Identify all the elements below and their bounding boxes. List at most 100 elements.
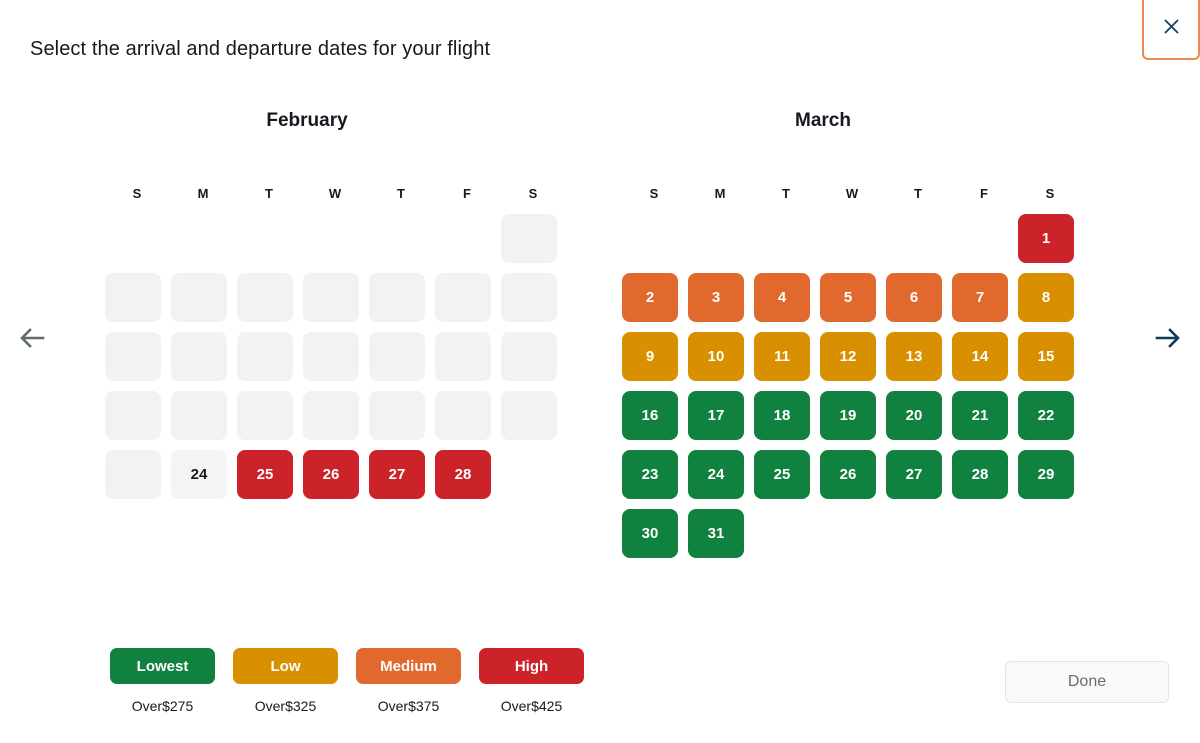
legend-pill-lowest: Lowest [110, 648, 215, 684]
day-cell-placeholder [754, 509, 810, 558]
day-cell-placeholder [622, 214, 678, 263]
day-cell-placeholder [105, 273, 161, 322]
day-cell-placeholder [1018, 509, 1074, 558]
day-cell-placeholder [688, 214, 744, 263]
day-cell-16[interactable]: 16 [622, 391, 678, 440]
weekday-label: S [528, 186, 538, 201]
day-cell-placeholder [435, 332, 491, 381]
day-cell-placeholder [237, 273, 293, 322]
day-cell-31[interactable]: 31 [688, 509, 744, 558]
weekday-label: F [980, 186, 988, 201]
legend-item-lowest: Lowest Over$275 [110, 648, 215, 714]
done-button[interactable]: Done [1005, 661, 1169, 703]
day-cell-11[interactable]: 11 [754, 332, 810, 381]
legend-pill-low: Low [233, 648, 338, 684]
calendar-month-february: February S M T W T F S 24 25 26 27 28 [105, 110, 575, 509]
day-cell-placeholder [303, 214, 359, 263]
day-cell-28[interactable]: 28 [435, 450, 491, 499]
day-cell-placeholder [820, 214, 876, 263]
month-label-march: March [795, 110, 851, 131]
day-cell-placeholder [105, 214, 161, 263]
day-cell-27[interactable]: 27 [369, 450, 425, 499]
day-grid-march: 1 2 3 4 5 6 7 8 9 10 11 12 13 14 15 16 17 18 19 20 21 22 23 24 2… [622, 214, 1092, 568]
day-cell-6[interactable]: 6 [886, 273, 942, 322]
day-cell-29[interactable]: 29 [1018, 450, 1074, 499]
day-cell-placeholder [171, 391, 227, 440]
weekday-label: S [1045, 186, 1055, 201]
day-cell-26[interactable]: 26 [820, 450, 876, 499]
day-cell-15[interactable]: 15 [1018, 332, 1074, 381]
day-cell-13[interactable]: 13 [886, 332, 942, 381]
weekday-label: M [714, 186, 726, 201]
day-cell-placeholder [237, 332, 293, 381]
legend-item-high: High Over$425 [479, 648, 584, 714]
legend-item-low: Low Over$325 [233, 648, 338, 714]
day-cell-placeholder [105, 450, 161, 499]
day-cell-14[interactable]: 14 [952, 332, 1008, 381]
day-cell-placeholder [435, 273, 491, 322]
day-cell-4[interactable]: 4 [754, 273, 810, 322]
day-cell-placeholder [952, 214, 1008, 263]
day-cell-placeholder [237, 391, 293, 440]
day-cell-25[interactable]: 25 [754, 450, 810, 499]
weekday-label: T [265, 186, 273, 201]
day-cell-placeholder [501, 332, 557, 381]
day-cell-22[interactable]: 22 [1018, 391, 1074, 440]
day-cell-placeholder [369, 214, 425, 263]
legend-price-lowest: Over$275 [131, 698, 194, 714]
day-cell-placeholder [886, 214, 942, 263]
weekday-label: W [845, 186, 859, 201]
weekday-label: S [649, 186, 659, 201]
weekday-label: S [132, 186, 142, 201]
day-cell-placeholder [501, 214, 557, 263]
day-cell-30[interactable]: 30 [622, 509, 678, 558]
weekday-label: W [328, 186, 342, 201]
day-cell-placeholder [171, 214, 227, 263]
day-cell-17[interactable]: 17 [688, 391, 744, 440]
day-cell-placeholder [303, 391, 359, 440]
legend-price-medium: Over$375 [377, 698, 440, 714]
day-cell-9[interactable]: 9 [622, 332, 678, 381]
day-cell-placeholder [501, 273, 557, 322]
day-cell-26[interactable]: 26 [303, 450, 359, 499]
day-cell-24[interactable]: 24 [688, 450, 744, 499]
day-cell-placeholder [303, 332, 359, 381]
day-cell-placeholder [105, 391, 161, 440]
day-cell-7[interactable]: 7 [952, 273, 1008, 322]
day-cell-10[interactable]: 10 [688, 332, 744, 381]
day-cell-8[interactable]: 8 [1018, 273, 1074, 322]
weekday-label: T [397, 186, 405, 201]
weekday-header-march: SMTWTFS [621, 186, 1091, 201]
day-cell-placeholder [171, 332, 227, 381]
day-cell-placeholder [435, 391, 491, 440]
day-cell-19[interactable]: 19 [820, 391, 876, 440]
day-cell-24: 24 [171, 450, 227, 499]
day-cell-placeholder [369, 273, 425, 322]
day-cell-27[interactable]: 27 [886, 450, 942, 499]
weekday-label: T [914, 186, 922, 201]
day-cell-20[interactable]: 20 [886, 391, 942, 440]
day-cell-25[interactable]: 25 [237, 450, 293, 499]
month-label-february: February [266, 110, 348, 131]
day-cell-placeholder [105, 332, 161, 381]
price-legend: Lowest Over$275 Low Over$325 Medium Over$375 H… [110, 648, 584, 714]
weekday-label: F [463, 186, 471, 201]
day-cell-2[interactable]: 2 [622, 273, 678, 322]
day-cell-placeholder [501, 391, 557, 440]
day-cell-3[interactable]: 3 [688, 273, 744, 322]
day-cell-5[interactable]: 5 [820, 273, 876, 322]
day-cell-23[interactable]: 23 [622, 450, 678, 499]
legend-item-medium: Medium Over$375 [356, 648, 461, 714]
weekday-label: T [782, 186, 790, 201]
day-cell-placeholder [435, 214, 491, 263]
legend-price-high: Over$425 [500, 698, 563, 714]
weekday-label: M [197, 186, 209, 201]
day-cell-18[interactable]: 18 [754, 391, 810, 440]
day-cell-21[interactable]: 21 [952, 391, 1008, 440]
calendars-container: February SMTWTFS 24 25 26 27 28 March SMTWTF… [0, 0, 1200, 620]
day-cell-placeholder [886, 509, 942, 558]
day-cell-1[interactable]: 1 [1018, 214, 1074, 263]
day-cell-12[interactable]: 12 [820, 332, 876, 381]
day-cell-placeholder [501, 450, 557, 499]
day-cell-28[interactable]: 28 [952, 450, 1008, 499]
